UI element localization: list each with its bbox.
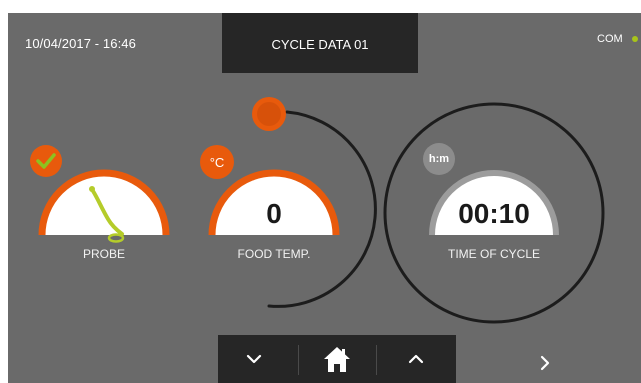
- probe-status-badge: [30, 145, 62, 177]
- probe-label: PROBE: [82, 247, 125, 261]
- scroll-down-button[interactable]: [218, 335, 290, 383]
- bottom-navigation: [218, 335, 456, 383]
- home-button[interactable]: [301, 335, 373, 383]
- time-unit-badge: h:m: [423, 143, 455, 175]
- time-of-cycle-unit: h:m: [428, 153, 450, 165]
- nav-divider: [298, 345, 299, 375]
- chevron-up-icon: [408, 354, 424, 364]
- time-of-cycle-label: TIME OF CYCLE: [447, 247, 540, 261]
- food-temp-unit: °C: [209, 154, 225, 170]
- app-screen: 10/04/2017 - 16:46 CYCLE DATA 01 COM °C …: [8, 13, 641, 383]
- check-icon: [36, 153, 56, 169]
- food-temp-value: 0: [266, 198, 282, 229]
- chevron-down-icon: [246, 354, 262, 364]
- food-temp-label: FOOD TEMP.: [237, 247, 311, 261]
- scroll-up-button[interactable]: [380, 335, 452, 383]
- food-temp-unit-badge: °C: [200, 145, 234, 179]
- time-of-cycle-value: 00:10: [458, 198, 530, 229]
- food-temp-slider-knob[interactable]: [252, 97, 286, 131]
- home-icon: [324, 347, 350, 372]
- chevron-right-icon: [540, 355, 550, 371]
- nav-divider: [376, 345, 377, 375]
- next-page-button[interactable]: [530, 347, 560, 379]
- probe-gauge[interactable]: [38, 169, 170, 236]
